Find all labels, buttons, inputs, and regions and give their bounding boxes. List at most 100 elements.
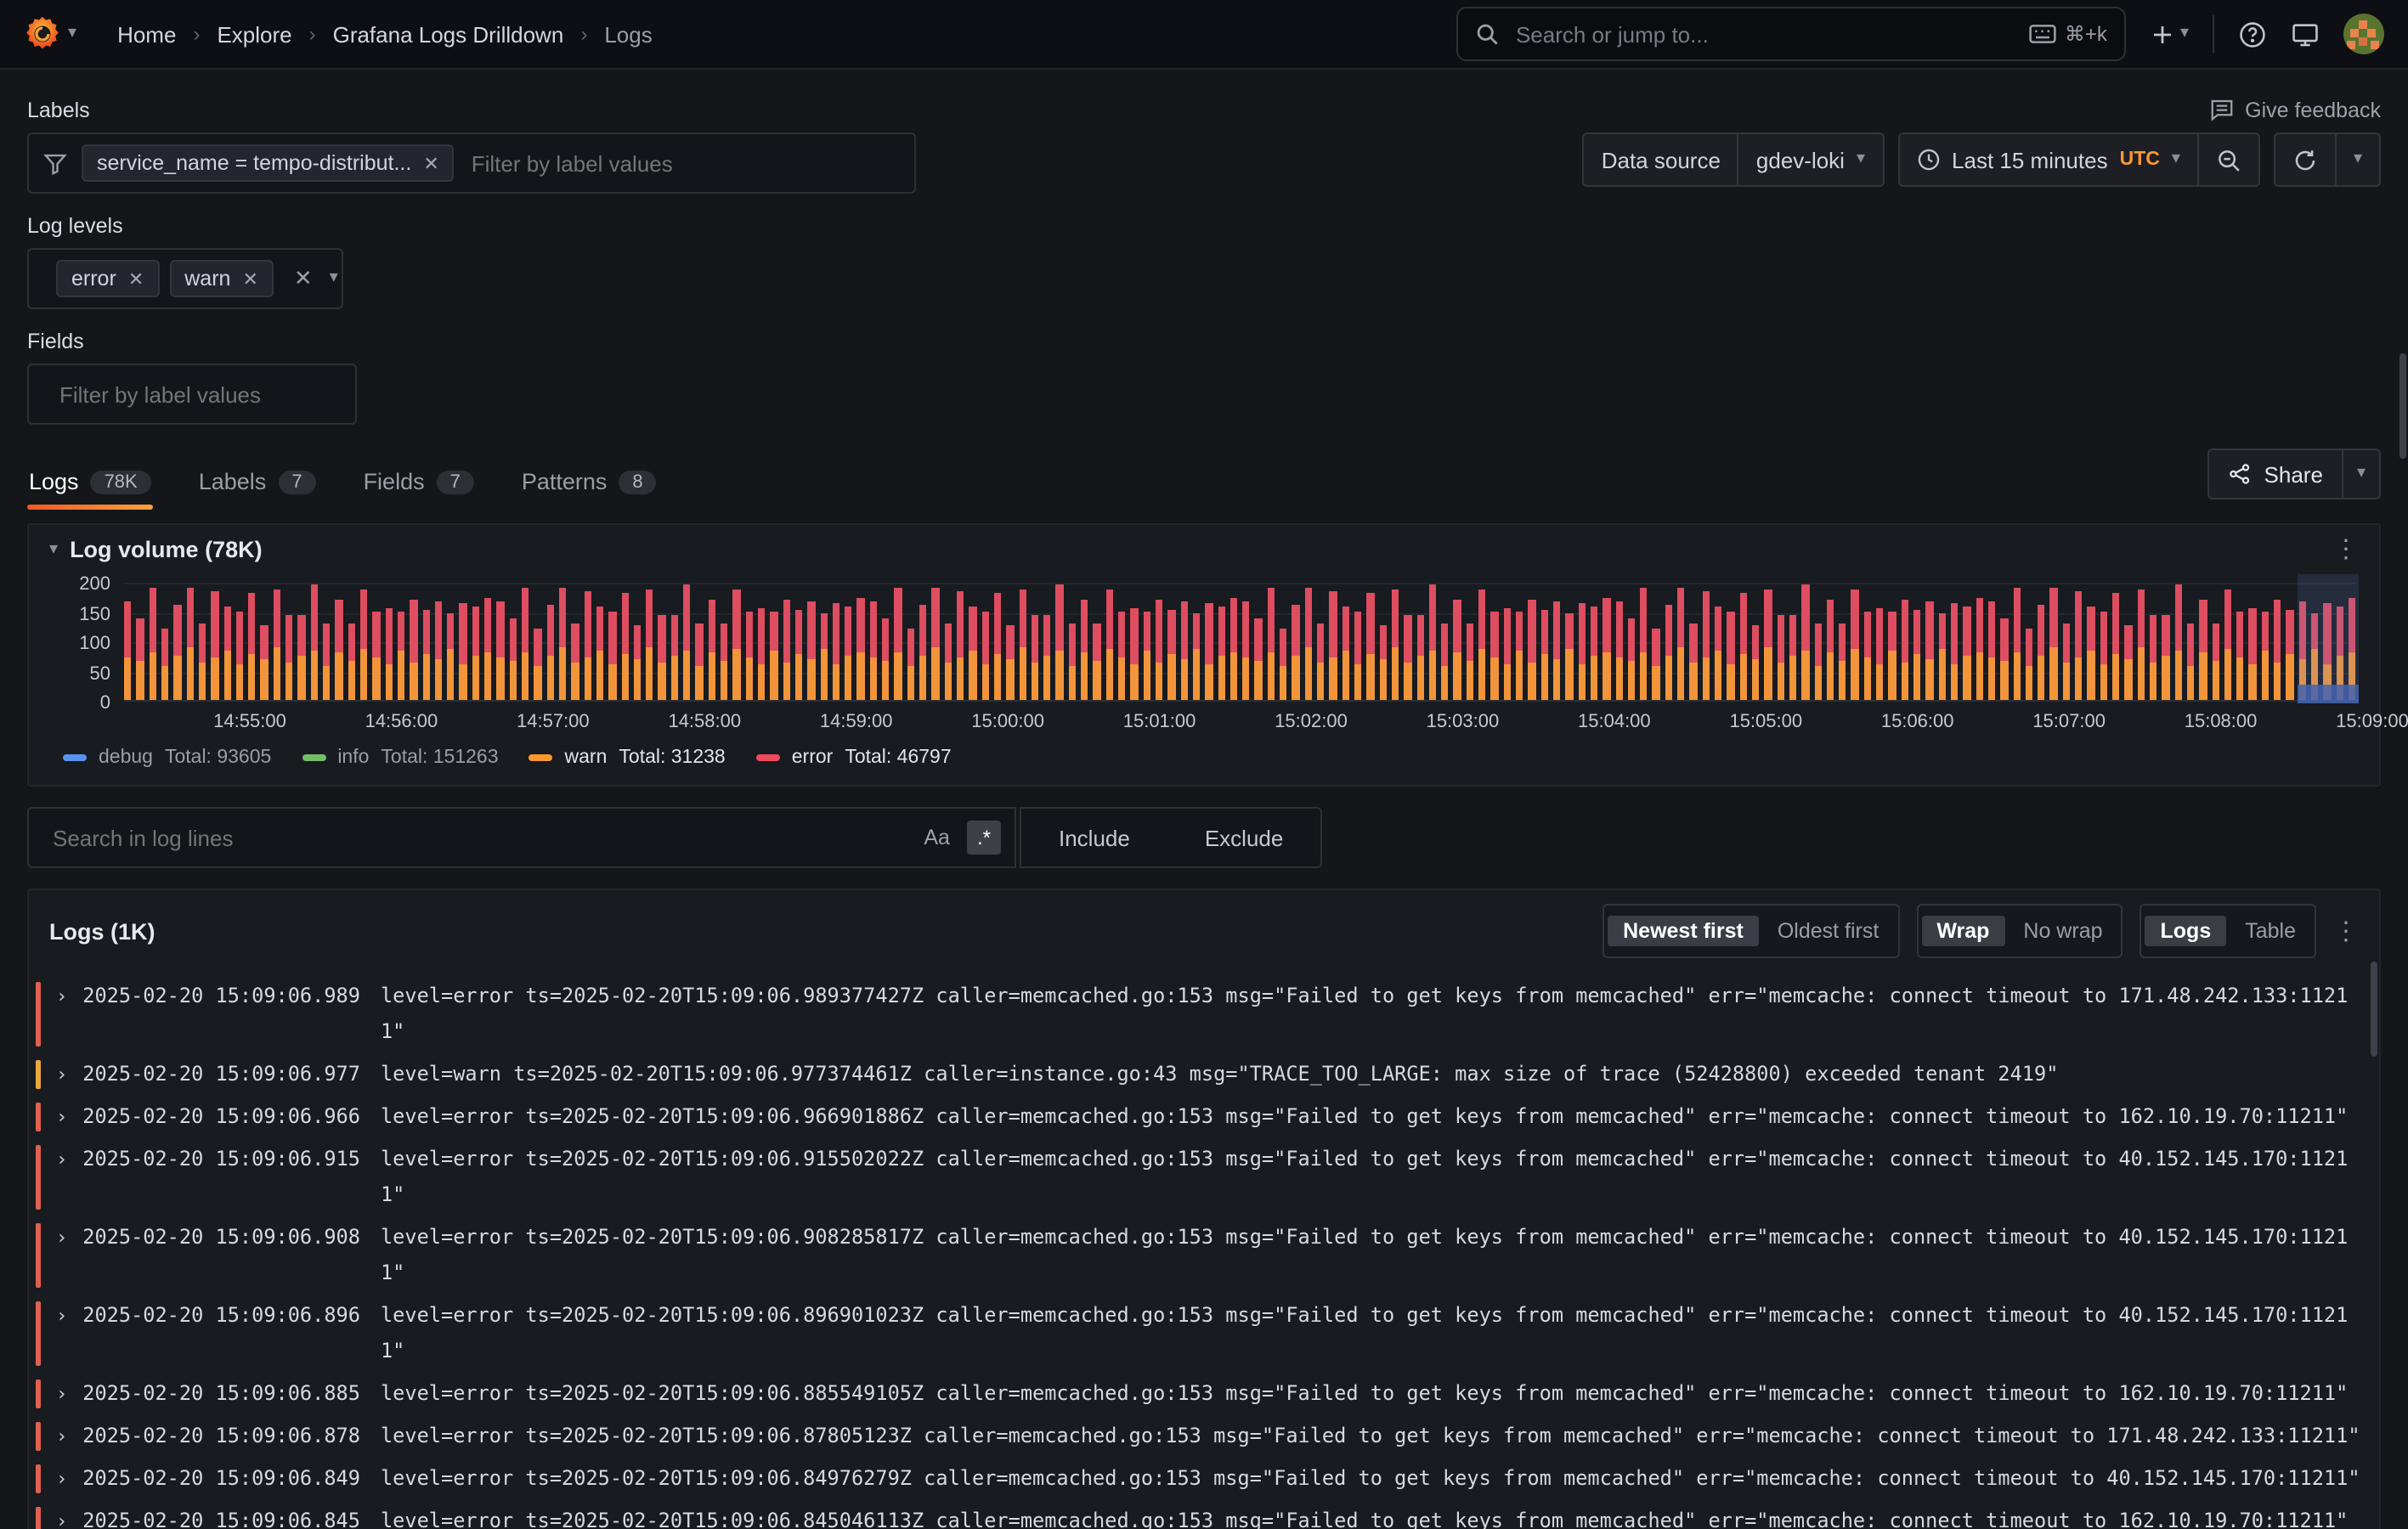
breadcrumb-item[interactable]: Explore <box>217 21 291 47</box>
fields-values-input[interactable] <box>56 380 362 409</box>
log-row[interactable]: ›2025-02-20 15:09:06.989level=error ts=2… <box>29 975 2362 1053</box>
expand-chevron-icon[interactable]: › <box>56 1057 67 1092</box>
warn-segment <box>1156 663 1163 700</box>
logs-menu-kebab-icon[interactable]: ⋮ <box>2333 918 2359 944</box>
error-segment <box>236 612 244 664</box>
tab-labels[interactable]: Labels7 <box>197 462 318 510</box>
error-segment <box>546 605 554 656</box>
regex-button[interactable]: .* <box>967 821 1001 855</box>
zoom-out-button[interactable] <box>2197 134 2258 185</box>
warn-segment <box>2286 654 2294 700</box>
chart-bars <box>124 583 2355 702</box>
tab-label: Fields <box>364 469 425 494</box>
share-button[interactable]: Share <box>2210 450 2342 498</box>
error-segment <box>758 608 766 664</box>
breadcrumb: Home›Explore›Grafana Logs Drilldown›Logs <box>117 21 653 47</box>
global-search[interactable]: ⌘+k <box>1456 7 2126 61</box>
log-search-box[interactable]: Aa .* <box>27 807 1016 868</box>
log-row[interactable]: ›2025-02-20 15:09:06.885level=error ts=2… <box>29 1373 2362 1415</box>
remove-level-icon[interactable]: ✕ <box>128 268 144 290</box>
user-avatar[interactable] <box>2343 14 2384 54</box>
give-feedback-link[interactable]: Give feedback <box>2209 97 2381 122</box>
help-button[interactable] <box>2238 20 2267 48</box>
new-button[interactable]: ▾ <box>2150 21 2189 47</box>
share-chevron-down-icon[interactable]: ▾ <box>2342 450 2379 498</box>
legend-item-warn[interactable]: warnTotal: 31238 <box>529 748 726 768</box>
breadcrumb-item[interactable]: Logs <box>604 21 652 47</box>
expand-chevron-icon[interactable]: › <box>56 1142 67 1177</box>
log-row[interactable]: ›2025-02-20 15:09:06.896level=error ts=2… <box>29 1295 2362 1373</box>
exclude-button[interactable]: Exclude <box>1167 825 1321 850</box>
datasource-value-button[interactable]: gdev-loki ▾ <box>1738 134 1882 185</box>
global-search-input[interactable] <box>1512 20 2015 48</box>
log-volume-panel: ▾ Log volume (78K) ⋮ 050100150200 14:55:… <box>27 523 2381 787</box>
case-sensitivity-button[interactable]: Aa <box>924 826 950 849</box>
expand-chevron-icon[interactable]: › <box>56 1298 67 1334</box>
label-values-input[interactable] <box>468 149 901 178</box>
warn-segment <box>1491 657 1499 700</box>
expand-chevron-icon[interactable]: › <box>56 1419 67 1454</box>
log-row[interactable]: ›2025-02-20 15:09:06.849level=error ts=2… <box>29 1458 2362 1500</box>
time-range-button[interactable]: Last 15 minutes UTC ▾ <box>1899 134 2197 185</box>
view-logs[interactable]: Logs <box>2145 916 2227 946</box>
expand-chevron-icon[interactable]: › <box>56 1099 67 1135</box>
remove-filter-icon[interactable]: ✕ <box>423 152 438 174</box>
tab-logs[interactable]: Logs78K <box>27 462 153 510</box>
collapse-chevron-icon[interactable]: ▾ <box>49 541 58 558</box>
view-table[interactable]: Table <box>2230 916 2311 946</box>
expand-chevron-icon[interactable]: › <box>56 1504 67 1529</box>
clear-levels-icon[interactable]: ✕ <box>294 265 313 292</box>
expand-chevron-icon[interactable]: › <box>56 1376 67 1412</box>
warn-segment <box>1702 657 1710 700</box>
warn-segment <box>1006 659 1014 700</box>
log-row[interactable]: ›2025-02-20 15:09:06.908level=error ts=2… <box>29 1216 2362 1295</box>
log-row[interactable]: ›2025-02-20 15:09:06.977level=warn ts=20… <box>29 1053 2362 1096</box>
service-name-filter-chip[interactable]: service_name = tempo-distribut... ✕ <box>82 144 455 182</box>
legend-item-debug[interactable]: debugTotal: 93605 <box>63 748 271 768</box>
log-timestamp: 2025-02-20 15:09:06.989 <box>82 979 360 1014</box>
logs-scrollbar-thumb[interactable] <box>2371 962 2377 1057</box>
log-search-input[interactable] <box>49 823 907 852</box>
warn-segment <box>2187 666 2195 700</box>
breadcrumb-item[interactable]: Home <box>117 21 176 47</box>
grafana-logo-menu[interactable]: ▾ <box>24 15 76 53</box>
page-scrollbar-thumb[interactable] <box>2400 353 2406 459</box>
log-row[interactable]: ›2025-02-20 15:09:06.966level=error ts=2… <box>29 1096 2362 1138</box>
error-segment <box>1839 623 1846 661</box>
tab-fields[interactable]: Fields7 <box>362 462 476 510</box>
warn-segment <box>1566 649 1574 700</box>
error-segment <box>572 623 579 663</box>
log-row[interactable]: ›2025-02-20 15:09:06.915level=error ts=2… <box>29 1138 2362 1216</box>
level-chip[interactable]: error✕ <box>56 260 159 297</box>
expand-chevron-icon[interactable]: › <box>56 1220 67 1255</box>
error-segment <box>1118 612 1126 657</box>
wrap-wrap[interactable]: Wrap <box>1921 916 2004 946</box>
display-button[interactable] <box>2291 20 2320 48</box>
fields-filter-box[interactable] <box>27 364 357 425</box>
expand-chevron-icon[interactable]: › <box>56 1461 67 1497</box>
error-segment <box>1292 605 1300 656</box>
log-levels-filter-box[interactable]: error✕ warn✕ ✕ ▾ <box>27 248 343 309</box>
breadcrumb-item[interactable]: Grafana Logs Drilldown <box>333 21 564 47</box>
chart-bar <box>683 584 691 700</box>
refresh-interval-button[interactable]: ▾ <box>2335 134 2379 185</box>
sort-newest-first[interactable]: Newest first <box>1608 916 1759 946</box>
legend-swatch <box>63 754 87 761</box>
warn-segment <box>1205 664 1212 700</box>
expand-chevron-icon[interactable]: › <box>56 979 67 1014</box>
log-row[interactable]: ›2025-02-20 15:09:06.878level=error ts=2… <box>29 1415 2362 1458</box>
tab-patterns[interactable]: Patterns8 <box>520 462 659 510</box>
legend-item-error[interactable]: errorTotal: 46797 <box>756 748 952 768</box>
level-chip[interactable]: warn✕ <box>169 260 274 297</box>
panel-menu-kebab-icon[interactable]: ⋮ <box>2333 537 2359 562</box>
label-filter-box[interactable]: service_name = tempo-distribut... ✕ <box>27 133 916 194</box>
sort-oldest-first[interactable]: Oldest first <box>1762 916 1895 946</box>
chart-bar <box>261 625 268 700</box>
remove-level-icon[interactable]: ✕ <box>242 268 257 290</box>
wrap-no-wrap[interactable]: No wrap <box>2008 916 2117 946</box>
log-row[interactable]: ›2025-02-20 15:09:06.845level=error ts=2… <box>29 1500 2362 1529</box>
levels-chevron-down-icon[interactable]: ▾ <box>330 270 338 287</box>
include-button[interactable]: Include <box>1021 825 1167 850</box>
legend-item-info[interactable]: infoTotal: 151263 <box>302 748 498 768</box>
refresh-button[interactable] <box>2275 134 2335 185</box>
